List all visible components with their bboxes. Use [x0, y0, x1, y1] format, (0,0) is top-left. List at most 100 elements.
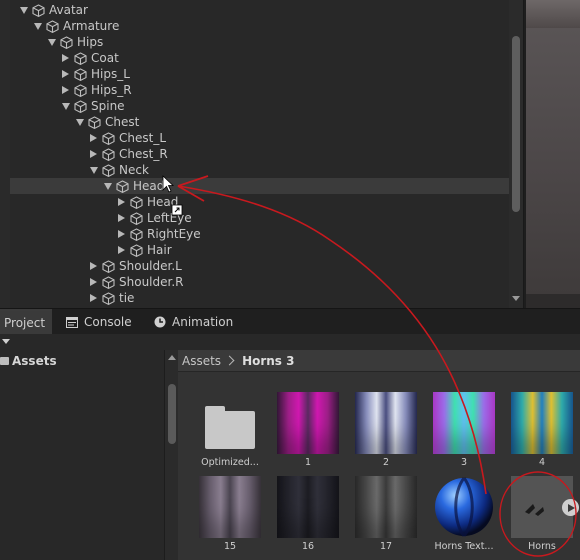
tab-console[interactable]: Console: [62, 309, 140, 335]
hierarchy-row[interactable]: Chest_R: [10, 146, 509, 162]
expand-arrow-down-icon[interactable]: [74, 114, 85, 130]
expand-arrow-right-icon[interactable]: [88, 274, 99, 290]
hierarchy-node-label: Spine: [91, 99, 125, 113]
gameobject-cube-icon: [32, 3, 46, 17]
breadcrumb: Assets Horns 3: [178, 350, 580, 372]
expand-arrow-right-icon[interactable]: [60, 66, 71, 82]
hierarchy-row[interactable]: Neck: [10, 162, 509, 178]
hierarchy-row[interactable]: Head: [10, 178, 509, 194]
expand-arrow-right-icon[interactable]: [60, 82, 71, 98]
scroll-up-arrow-icon[interactable]: [168, 355, 176, 360]
hierarchy-row[interactable]: Hips_L: [10, 66, 509, 82]
hierarchy-row[interactable]: Hips_R: [10, 82, 509, 98]
hierarchy-row[interactable]: Avatar: [10, 2, 509, 18]
expand-arrow-right-icon[interactable]: [116, 242, 127, 258]
hierarchy-node: Hips: [46, 34, 103, 50]
gameobject-cube-icon: [74, 67, 88, 81]
breadcrumb-horns-3[interactable]: Horns 3: [242, 354, 294, 368]
expand-arrow-right-icon[interactable]: [88, 258, 99, 274]
expand-arrow-down-icon[interactable]: [18, 2, 29, 18]
hierarchy-row[interactable]: tie: [10, 290, 509, 306]
expand-arrow-right-icon[interactable]: [88, 290, 99, 306]
expand-arrow-right-icon[interactable]: [88, 130, 99, 146]
hierarchy-row[interactable]: Shoulder.R: [10, 274, 509, 290]
scene-viewport[interactable]: [526, 28, 580, 294]
tab-project[interactable]: Project: [0, 309, 52, 335]
breadcrumb-assets[interactable]: Assets: [182, 354, 221, 368]
hierarchy-node: Neck: [88, 162, 149, 178]
folder-tree-scroll-thumb[interactable]: [168, 384, 176, 444]
asset-item[interactable]: 16: [273, 476, 343, 552]
hierarchy-node-label: Chest: [105, 115, 140, 129]
hierarchy-node-label: Armature: [63, 19, 120, 33]
gameobject-cube-icon: [74, 51, 88, 65]
scene-view-panel[interactable]: [523, 0, 580, 308]
hierarchy-node: Spine: [60, 98, 125, 114]
folder-tree-item-assets[interactable]: Assets: [0, 352, 57, 370]
asset-label: 1: [304, 457, 312, 468]
hierarchy-node: RightEye: [116, 226, 201, 242]
tab-console-label: Console: [84, 315, 132, 329]
hierarchy-node: Avatar: [18, 2, 88, 18]
folder-tree-scrollbar[interactable]: [164, 350, 178, 560]
asset-item[interactable]: 3: [429, 392, 499, 468]
play-preview-icon[interactable]: [562, 499, 579, 516]
expand-arrow-down-icon[interactable]: [46, 34, 57, 50]
texture-thumbnail: [355, 476, 417, 538]
hierarchy-node: Chest_L: [88, 130, 166, 146]
mesh-thumbnail: [511, 476, 579, 538]
hierarchy-row[interactable]: RightEye: [10, 226, 509, 242]
asset-label: Horns: [528, 541, 556, 552]
gameobject-cube-icon: [130, 243, 144, 257]
asset-label: 15: [223, 541, 237, 552]
asset-item[interactable]: 15: [195, 476, 265, 552]
tab-animation[interactable]: Animation: [150, 309, 241, 335]
expand-arrow-right-icon[interactable]: [116, 194, 127, 210]
hierarchy-scrollbar[interactable]: [509, 0, 523, 308]
hierarchy-node-label: Shoulder.R: [119, 275, 184, 289]
asset-item[interactable]: Optimized...: [195, 392, 265, 468]
hierarchy-node-label: Hips_L: [91, 67, 130, 81]
gameobject-cube-icon: [102, 163, 116, 177]
expand-arrow-down-icon[interactable]: [88, 162, 99, 178]
hierarchy-node: Armature: [32, 18, 119, 34]
hierarchy-node: Chest_R: [88, 146, 168, 162]
hierarchy-row[interactable]: Hips: [10, 34, 509, 50]
hierarchy-row[interactable]: Chest: [10, 114, 509, 130]
gameobject-cube-icon: [102, 259, 116, 273]
asset-item[interactable]: 1: [273, 392, 343, 468]
hierarchy-row[interactable]: LeftEye: [10, 210, 509, 226]
asset-item[interactable]: 17: [351, 476, 421, 552]
asset-item[interactable]: Horns Text...: [429, 476, 499, 552]
expand-arrow-right-icon[interactable]: [116, 226, 127, 242]
hierarchy-row[interactable]: Chest_L: [10, 130, 509, 146]
hierarchy-node-label: Coat: [91, 51, 119, 65]
asset-label: Horns Text...: [434, 541, 494, 552]
hierarchy-node-label: Head: [133, 179, 165, 193]
gameobject-cube-icon: [102, 147, 116, 161]
expand-arrow-right-icon[interactable]: [60, 50, 71, 66]
asset-item[interactable]: 2: [351, 392, 421, 468]
asset-item[interactable]: 4: [507, 392, 577, 468]
hierarchy-row[interactable]: Head: [10, 194, 509, 210]
hierarchy-row[interactable]: Hair: [10, 242, 509, 258]
gameobject-cube-icon: [74, 99, 88, 113]
expand-arrow-down-icon[interactable]: [102, 178, 113, 194]
asset-item[interactable]: Horns: [507, 476, 579, 552]
expand-arrow-right-icon[interactable]: [88, 146, 99, 162]
expand-arrow-right-icon[interactable]: [116, 210, 127, 226]
hierarchy-node: Hair: [116, 242, 172, 258]
expand-arrow-down-icon[interactable]: [32, 18, 43, 34]
scroll-down-arrow-icon[interactable]: [512, 296, 520, 301]
folder-tree-label: Assets: [12, 354, 57, 368]
asset-label: 2: [382, 457, 390, 468]
hierarchy-row[interactable]: Spine: [10, 98, 509, 114]
asset-label: 3: [460, 457, 468, 468]
hierarchy-scroll-thumb[interactable]: [512, 36, 520, 212]
expand-arrow-down-icon[interactable]: [60, 98, 71, 114]
hierarchy-row[interactable]: Shoulder.L: [10, 258, 509, 274]
hierarchy-row[interactable]: Coat: [10, 50, 509, 66]
hierarchy-row[interactable]: Armature: [10, 18, 509, 34]
dropdown-menu-icon[interactable]: [2, 339, 10, 344]
hierarchy-node-label: Chest_L: [119, 131, 167, 145]
